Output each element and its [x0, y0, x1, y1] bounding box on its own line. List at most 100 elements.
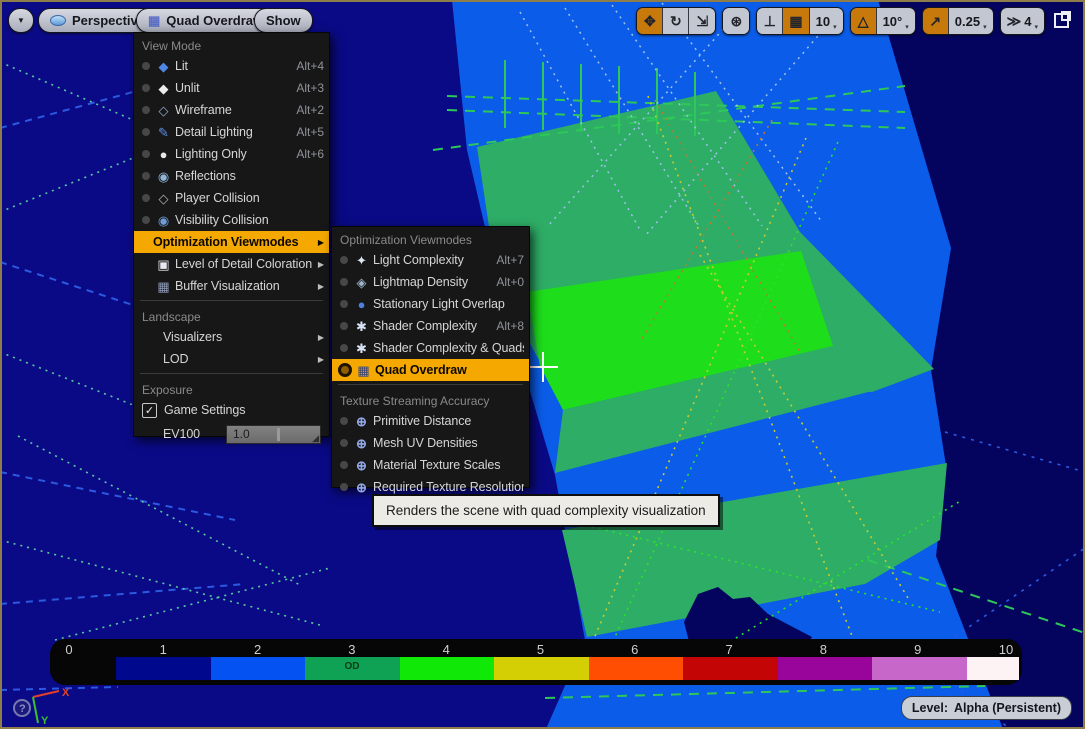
- rotate-icon: ↻: [670, 14, 682, 28]
- grid-snap-value-button[interactable]: 10 ▾: [810, 8, 843, 34]
- menu-item-shader-complexity-quads[interactable]: ✱ Shader Complexity & Quads: [332, 337, 529, 359]
- legend-segment: [872, 657, 967, 680]
- menu-item-lod[interactable]: LOD ▶: [134, 348, 329, 370]
- legend-swatches: [116, 657, 1019, 680]
- radio-icon: [340, 417, 348, 425]
- light-complexity-icon: ✦: [353, 254, 370, 267]
- scale-snap-group: ↗ 0.25 ▾: [922, 7, 994, 35]
- shader-complexity-icon: ✱: [353, 320, 370, 333]
- legend-tick: 7: [717, 642, 741, 657]
- menu-separator: [140, 300, 323, 301]
- radio-icon: [142, 84, 150, 92]
- grid-snap-icon: ▦: [789, 14, 802, 28]
- menu-item-visibility-collision[interactable]: ◉ Visibility Collision: [134, 209, 329, 231]
- scale-tool-button[interactable]: ⇲: [689, 8, 715, 34]
- globe-icon: ⊛: [730, 14, 742, 28]
- menu-item-material-texture-scales[interactable]: ⊕ Material Texture Scales: [332, 454, 529, 476]
- level-badge-prefix: Level:: [912, 701, 948, 715]
- game-settings-checkbox[interactable]: ✓: [142, 403, 157, 418]
- visibility-collision-icon: ◉: [155, 214, 172, 227]
- radio-icon: [340, 439, 348, 447]
- shader-complexity-quads-icon: ✱: [353, 342, 370, 355]
- axis-y-label: Y: [41, 715, 49, 727]
- move-icon: ✥: [644, 14, 656, 28]
- spinbox-slider-handle[interactable]: [277, 428, 280, 441]
- menu-item-lighting-only[interactable]: ● Lighting Only Alt+6: [134, 143, 329, 165]
- scale-snap-value: 0.25: [955, 14, 980, 29]
- rotation-snap-toggle-button[interactable]: △: [851, 8, 877, 34]
- menu-item-light-complexity[interactable]: ✦ Light Complexity Alt+7: [332, 249, 529, 271]
- move-tool-button[interactable]: ✥: [637, 8, 663, 34]
- menu-item-wireframe[interactable]: ◇ Wireframe Alt+2: [134, 99, 329, 121]
- camera-speed-value: 4: [1024, 14, 1031, 29]
- show-button[interactable]: Show: [254, 8, 313, 33]
- menu-item-player-collision[interactable]: ◇ Player Collision: [134, 187, 329, 209]
- texture-accuracy-icon: ⊕: [353, 481, 370, 494]
- menu-item-buffer-visualization[interactable]: ▦ Buffer Visualization ▶: [134, 275, 329, 297]
- viewport-options-dropdown[interactable]: ▼: [8, 8, 34, 33]
- menu-item-detail-lighting[interactable]: ✎ Detail Lighting Alt+5: [134, 121, 329, 143]
- coordinate-system-group: ⊛: [722, 7, 750, 35]
- surface-snap-icon: ⊥: [764, 14, 776, 28]
- reflections-icon: ◉: [155, 170, 172, 183]
- radio-icon: [340, 344, 348, 352]
- legend-segment: [778, 657, 873, 680]
- detail-lighting-icon: ✎: [155, 126, 172, 139]
- level-badge-name: Alpha (Persistent): [954, 701, 1061, 715]
- submenu-chevron-icon: ▶: [312, 355, 324, 364]
- scale-snap-toggle-button[interactable]: ↗: [923, 8, 949, 34]
- grid-snap-toggle-button[interactable]: ▦: [783, 8, 809, 34]
- menu-item-lit[interactable]: ◆ Lit Alt+4: [134, 55, 329, 77]
- radio-icon: [142, 216, 150, 224]
- menu-item-primitive-distance[interactable]: ⊕ Primitive Distance: [332, 410, 529, 432]
- caret-down-icon: ▼: [17, 16, 25, 25]
- menu-item-mesh-uv-densities[interactable]: ⊕ Mesh UV Densities: [332, 432, 529, 454]
- world-local-toggle-button[interactable]: ⊛: [723, 8, 749, 34]
- help-icon-glyph: ?: [19, 703, 26, 715]
- menu-item-quad-overdraw[interactable]: ▦ Quad Overdraw: [332, 359, 529, 381]
- menu-item-optimization-viewmodes[interactable]: Optimization Viewmodes ▶: [134, 231, 329, 253]
- scale-icon: ⇲: [696, 14, 708, 28]
- rotate-tool-button[interactable]: ↻: [663, 8, 689, 34]
- legend-tick: 6: [623, 642, 647, 657]
- menu-item-stationary-light-overlap[interactable]: ● Stationary Light Overlap: [332, 293, 529, 315]
- lighting-only-icon: ●: [155, 148, 172, 161]
- grid-snap-group: ⊥ ▦ 10 ▾: [756, 7, 843, 35]
- maximize-viewport-button[interactable]: [1054, 11, 1071, 28]
- legend-tick: 1: [151, 642, 175, 657]
- menu-separator: [338, 384, 523, 385]
- menu-item-lightmap-density[interactable]: ◈ Lightmap Density Alt+0: [332, 271, 529, 293]
- radio-selected-icon: [338, 363, 352, 377]
- lightmap-density-icon: ◈: [353, 276, 370, 289]
- legend-segment: [211, 657, 306, 680]
- scale-snap-value-button[interactable]: 0.25 ▾: [949, 8, 993, 34]
- resize-grip-icon: ◢: [312, 434, 319, 443]
- camera-speed-button[interactable]: ≫ 4 ▾: [1001, 8, 1044, 34]
- rotation-snap-value-button[interactable]: 10° ▾: [877, 8, 915, 34]
- menu-item-unlit[interactable]: ◆ Unlit Alt+3: [134, 77, 329, 99]
- radio-icon: [142, 150, 150, 158]
- legend-tick: 5: [529, 642, 553, 657]
- menu-separator: [140, 373, 323, 374]
- radio-icon: [142, 172, 150, 180]
- radio-icon: [142, 62, 150, 70]
- submenu-chevron-icon: ▶: [312, 282, 324, 291]
- menu-item-reflections[interactable]: ◉ Reflections: [134, 165, 329, 187]
- menu-item-visualizers[interactable]: Visualizers ▶: [134, 326, 329, 348]
- overdraw-legend-bar: 012345678910 OD: [50, 639, 1022, 685]
- menu-item-lod-coloration[interactable]: ▣ Level of Detail Coloration ▶: [134, 253, 329, 275]
- radio-icon: [340, 300, 348, 308]
- radio-icon: [142, 128, 150, 136]
- ev100-spinbox[interactable]: 1.0 ◢: [226, 425, 321, 444]
- surface-snap-button[interactable]: ⊥: [757, 8, 783, 34]
- caret-small-icon: ▾: [833, 23, 837, 31]
- menu-item-game-settings[interactable]: ✓ Game Settings: [134, 399, 329, 421]
- legend-ticks: 012345678910: [50, 642, 1022, 657]
- submenu-chevron-icon: ▶: [312, 260, 324, 269]
- legend-tick: 2: [246, 642, 270, 657]
- menu-item-shader-complexity[interactable]: ✱ Shader Complexity Alt+8: [332, 315, 529, 337]
- stationary-light-overlap-icon: ●: [353, 298, 370, 311]
- radio-icon: [340, 322, 348, 330]
- legend-segment: [683, 657, 778, 680]
- scale-snap-icon: ↗: [929, 14, 941, 28]
